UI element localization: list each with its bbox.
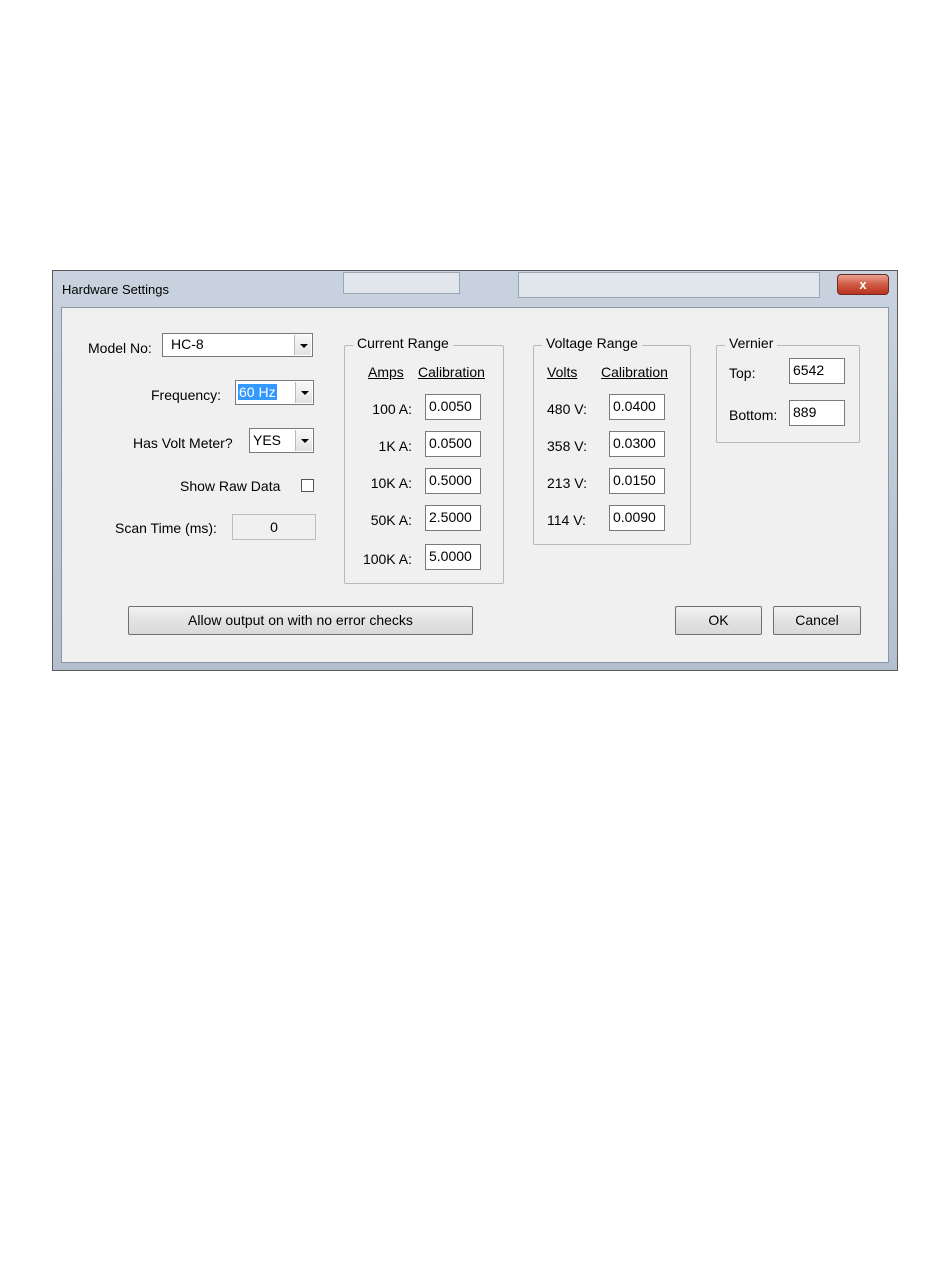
current-calibration-input[interactable]: 5.0000 [425,544,481,570]
current-range-label: 50K A: [370,512,412,528]
scan-time-field: 0 [232,514,316,540]
hardware-settings-window: Hardware Settings x Model No: HC-8 Frequ… [52,270,898,671]
current-calibration-column-header: Calibration [418,364,485,380]
voltage-range-label: 114 V: [547,512,586,528]
amps-column-header: Amps [368,364,404,380]
current-calibration-input[interactable]: 2.5000 [425,505,481,531]
chevron-down-icon[interactable] [294,335,311,355]
current-range-label: 10K A: [370,475,412,491]
voltage-calibration-input[interactable]: 0.0400 [609,394,665,420]
volt-meter-dropdown[interactable]: YES [249,428,314,453]
scan-time-label: Scan Time (ms): [115,520,217,536]
current-calibration-input[interactable]: 0.5000 [425,468,481,494]
current-range-label: 1K A: [378,438,412,454]
voltage-range-title: Voltage Range [542,335,642,351]
voltage-calibration-input[interactable]: 0.0150 [609,468,665,494]
vernier-bottom-input[interactable]: 889 [789,400,845,426]
show-raw-data-label: Show Raw Data [180,478,281,494]
voltage-range-label: 213 V: [547,475,587,491]
vernier-top-input[interactable]: 6542 [789,358,845,384]
model-no-label: Model No: [88,340,152,356]
voltage-calibration-input[interactable]: 0.0090 [609,505,665,531]
current-range-title: Current Range [353,335,453,351]
frequency-dropdown[interactable]: 60 Hz [235,380,314,405]
volt-meter-label: Has Volt Meter? [133,435,233,451]
current-calibration-input[interactable]: 0.0500 [425,431,481,457]
vernier-title: Vernier [725,335,778,351]
current-calibration-input[interactable]: 0.0050 [425,394,481,420]
window-title: Hardware Settings [62,282,169,297]
chevron-down-icon[interactable] [295,430,312,451]
show-raw-data-checkbox[interactable] [301,479,314,492]
vernier-top-label: Top: [729,365,756,381]
model-no-dropdown[interactable]: HC-8 [162,333,313,357]
vernier-bottom-label: Bottom: [729,407,778,423]
cancel-button[interactable]: Cancel [773,606,861,635]
background-window-ghost [518,272,820,298]
current-range-label: 100K A: [362,551,412,567]
background-window-ghost [343,272,460,294]
volts-column-header: Volts [547,364,578,380]
frequency-label: Frequency: [151,387,222,403]
close-button[interactable]: x [837,274,889,295]
ok-button[interactable]: OK [675,606,762,635]
frequency-value: 60 Hz [238,384,277,400]
model-no-value: HC-8 [171,336,204,352]
voltage-calibration-column-header: Calibration [601,364,668,380]
volt-meter-value: YES [253,432,282,448]
dialog-body: Model No: HC-8 Frequency: 60 Hz Has Volt… [61,307,889,663]
voltage-calibration-input[interactable]: 0.0300 [609,431,665,457]
chevron-down-icon[interactable] [295,382,312,403]
current-range-label: 100 A: [372,401,412,417]
allow-output-button[interactable]: Allow output on with no error checks [128,606,473,635]
title-bar[interactable]: Hardware Settings x [53,271,897,307]
voltage-range-label: 358 V: [547,438,587,454]
voltage-range-label: 480 V: [547,401,587,417]
